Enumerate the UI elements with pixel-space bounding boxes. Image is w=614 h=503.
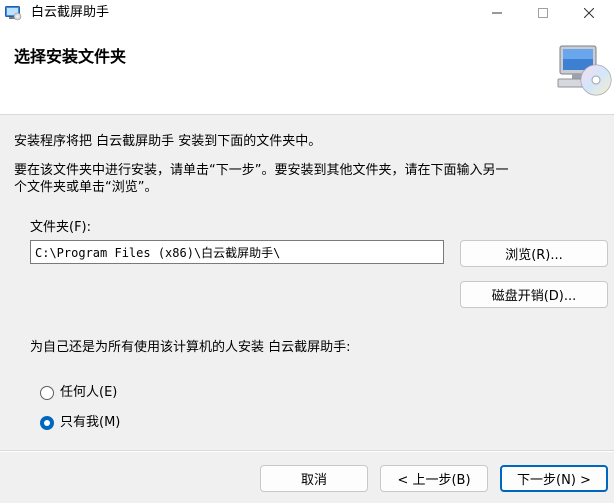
page-title: 选择安装文件夹: [14, 47, 127, 66]
intro-text: 安装程序将把 白云截屏助手 安装到下面的文件夹中。: [14, 134, 322, 149]
cancel-button[interactable]: 取消: [260, 465, 368, 492]
radio-everyone-label[interactable]: 任何人(E): [60, 384, 117, 402]
title-bar: 白云截屏助手: [0, 0, 614, 26]
disk-cost-button[interactable]: 磁盘开销(D)...: [460, 281, 608, 308]
next-button[interactable]: 下一步(N) >: [500, 465, 608, 492]
wizard-header: 选择安装文件夹: [0, 26, 614, 115]
computer-cd-setup-icon: [557, 45, 612, 96]
folder-path-input[interactable]: [30, 240, 444, 264]
footer-divider-highlight: [0, 451, 614, 452]
window-title: 白云截屏助手: [31, 5, 110, 20]
instruction-line-2: 个文件夹或单击“浏览”。: [14, 180, 158, 195]
close-icon: [584, 8, 594, 18]
instruction-line-1: 要在该文件夹中进行安装，请单击“下一步”。要安装到其他文件夹，请在下面输入另一: [14, 163, 509, 178]
radio-everyone[interactable]: [40, 386, 54, 400]
install-scope-question: 为自己还是为所有使用该计算机的人安装 白云截屏助手:: [30, 340, 351, 355]
maximize-button[interactable]: [520, 0, 566, 26]
back-button[interactable]: < 上一步(B): [380, 465, 488, 492]
minimize-icon: [492, 12, 502, 14]
minimize-button[interactable]: [474, 0, 520, 26]
radio-just-me-label[interactable]: 只有我(M): [60, 414, 120, 432]
installer-app-icon: [5, 6, 22, 21]
browse-button[interactable]: 浏览(R)...: [460, 240, 608, 267]
maximize-icon: [538, 8, 548, 18]
radio-just-me[interactable]: [40, 416, 54, 430]
close-button[interactable]: [566, 0, 612, 26]
folder-label: 文件夹(F):: [30, 220, 92, 235]
